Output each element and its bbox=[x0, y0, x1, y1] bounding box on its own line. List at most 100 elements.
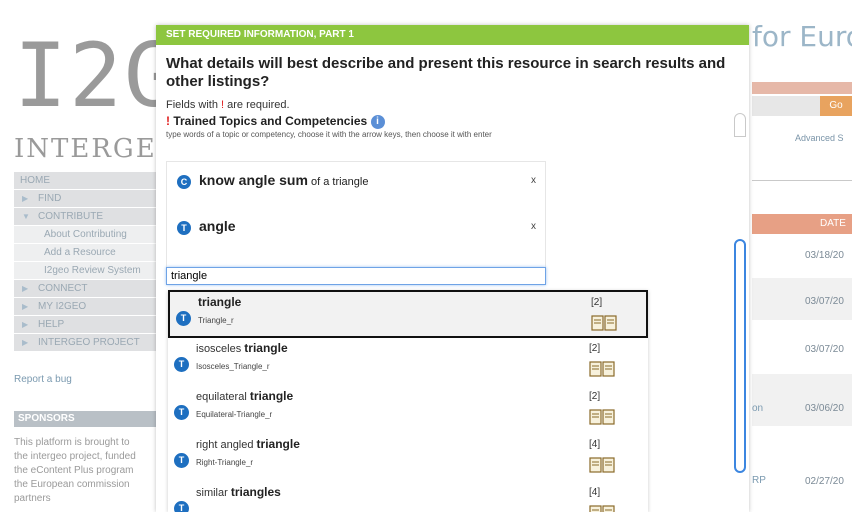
suggestion-prefix: right angled bbox=[196, 439, 257, 451]
nav-item-contribute[interactable]: ▼ CONTRIBUTE bbox=[14, 208, 164, 226]
suggestion-key: Isosceles_Triangle_r bbox=[196, 362, 270, 371]
sponsors-text: This platform is brought to the intergeo… bbox=[14, 436, 164, 506]
advanced-search-link[interactable]: Advanced S bbox=[795, 133, 844, 143]
book-icon[interactable] bbox=[589, 408, 615, 426]
suggestion-prefix: similar bbox=[196, 487, 231, 499]
chip-rest: of a triangle bbox=[307, 176, 369, 188]
suggestion-label: equilateral triangle bbox=[196, 389, 293, 403]
sponsor-line: This platform is brought to bbox=[14, 437, 130, 448]
suggestion-item[interactable]: T equilateral triangle Equilateral-Trian… bbox=[168, 386, 648, 434]
required-note-prefix: Fields with bbox=[166, 99, 222, 111]
nav-item-intergeo-project[interactable]: ▶ INTERGEO PROJECT bbox=[14, 334, 164, 352]
selected-topic-chip: C know angle sum of a triangle x bbox=[177, 172, 537, 194]
suggestion-match: triangles bbox=[230, 485, 281, 499]
sponsor-line: the eContent Plus program bbox=[14, 465, 134, 476]
sponsors-header: SPONSORS bbox=[14, 411, 164, 427]
suggestion-label: similar triangles bbox=[196, 485, 281, 499]
triangle-right-icon: ▶ bbox=[22, 338, 29, 347]
suggestion-key: Triangle_r bbox=[198, 316, 234, 325]
suggestion-key: Right-Triangle_r bbox=[196, 458, 254, 467]
nav-item-label: I2geo Review System bbox=[44, 265, 141, 276]
nav-item-label: CONTRIBUTE bbox=[38, 211, 103, 222]
remove-topic-button[interactable]: x bbox=[531, 221, 536, 232]
nav-item-home[interactable]: HOME bbox=[14, 172, 164, 190]
nav-item-label: INTERGEO PROJECT bbox=[38, 337, 140, 348]
competency-badge-icon: C bbox=[177, 175, 191, 189]
nav-item-label: MY I2GEO bbox=[38, 301, 87, 312]
chip-main: know angle sum bbox=[199, 172, 308, 188]
suggestion-item[interactable]: T isosceles triangle Isosceles_Triangle_… bbox=[168, 338, 648, 386]
nav-item-label: CONNECT bbox=[38, 283, 88, 294]
chip-text: angle bbox=[199, 218, 236, 234]
topic-badge-icon: T bbox=[174, 357, 189, 372]
nav-item-help[interactable]: ▶ HELP bbox=[14, 316, 164, 334]
date-column-header[interactable]: DATE bbox=[752, 214, 852, 234]
nav-subitem-review-system[interactable]: I2geo Review System bbox=[14, 262, 164, 280]
date-cell: 03/06/20 bbox=[805, 403, 844, 414]
topic-badge-icon: T bbox=[174, 501, 189, 512]
suggestion-dropdown: T triangle Triangle_r [2] T isosceles tr… bbox=[168, 290, 648, 512]
dialog-title: SET REQUIRED INFORMATION, PART 1 bbox=[156, 25, 749, 45]
suggestion-count: [2] bbox=[589, 391, 601, 402]
topic-badge-icon: T bbox=[174, 405, 189, 420]
scrollbar-top-cap bbox=[734, 113, 746, 137]
nav-item-label: HOME bbox=[20, 175, 50, 186]
triangle-right-icon: ▶ bbox=[22, 284, 29, 293]
info-icon[interactable]: i bbox=[370, 114, 385, 129]
dialog-scrollbar[interactable] bbox=[734, 113, 746, 473]
report-bug-link[interactable]: Report a bug bbox=[14, 374, 72, 385]
suggestion-item[interactable]: T similar triangles [4] bbox=[168, 482, 648, 512]
sponsor-line: the European commission bbox=[14, 479, 130, 490]
suggestion-prefix: isosceles bbox=[196, 343, 245, 355]
suggestion-match: triangle bbox=[256, 437, 300, 451]
date-cell: 03/07/20 bbox=[805, 344, 844, 355]
suggestion-count: [2] bbox=[589, 343, 601, 354]
nav-item-label: About Contributing bbox=[44, 229, 127, 240]
book-icon[interactable] bbox=[591, 314, 617, 332]
site-tagline: for Euro bbox=[752, 20, 852, 53]
suggestion-item[interactable]: T triangle Triangle_r [2] bbox=[168, 290, 648, 338]
nav-subitem-add-resource[interactable]: Add a Resource bbox=[14, 244, 164, 262]
remove-topic-button[interactable]: x bbox=[531, 175, 536, 186]
go-button[interactable]: Go bbox=[820, 96, 852, 116]
suggestion-label: triangle bbox=[198, 295, 241, 309]
field-label-text: Trained Topics and Competencies bbox=[173, 114, 368, 128]
nav-item-label: Add a Resource bbox=[44, 247, 116, 258]
nav-item-label: FIND bbox=[38, 193, 62, 204]
book-icon[interactable] bbox=[589, 456, 615, 474]
suggestion-key: Equilateral-Triangle_r bbox=[196, 410, 273, 419]
scrollbar-thumb[interactable] bbox=[734, 239, 746, 473]
dialog-question: What details will best describe and pres… bbox=[166, 55, 726, 90]
topic-badge-icon: T bbox=[177, 221, 191, 235]
suggestion-count: [4] bbox=[589, 487, 601, 498]
suggestion-count: [2] bbox=[591, 297, 603, 308]
nav-item-find[interactable]: ▶ FIND bbox=[14, 190, 164, 208]
top-bar bbox=[752, 82, 852, 94]
row-text-fragment: RP bbox=[752, 475, 766, 486]
topic-search-input[interactable] bbox=[166, 267, 546, 285]
topic-badge-icon: T bbox=[174, 453, 189, 468]
triangle-right-icon: ▶ bbox=[22, 194, 29, 203]
required-mark: ! bbox=[166, 114, 170, 128]
book-icon[interactable] bbox=[589, 360, 615, 378]
site-logo: I2G bbox=[14, 24, 179, 127]
suggestion-count: [4] bbox=[589, 439, 601, 450]
topic-badge-icon: T bbox=[176, 311, 191, 326]
sponsor-line: the intergeo project, funded bbox=[14, 451, 136, 462]
date-header-label: DATE bbox=[820, 218, 846, 229]
nav-item-label: HELP bbox=[38, 319, 65, 330]
chip-main: angle bbox=[199, 218, 236, 234]
field-hint: type words of a topic or competency, cho… bbox=[166, 130, 492, 139]
required-note-suffix: are required. bbox=[224, 99, 290, 111]
nav-item-my-i2geo[interactable]: ▶ MY I2GEO bbox=[14, 298, 164, 316]
suggestion-item[interactable]: T right angled triangle Right-Triangle_r… bbox=[168, 434, 648, 482]
book-icon[interactable] bbox=[589, 504, 615, 512]
sidebar-nav: HOME ▶ FIND ▼ CONTRIBUTE About Contributin… bbox=[14, 172, 164, 352]
suggestion-match: triangle bbox=[244, 341, 288, 355]
suggestion-match: triangle bbox=[198, 295, 242, 309]
required-info-dialog: SET REQUIRED INFORMATION, PART 1 What de… bbox=[156, 25, 749, 512]
nav-item-connect[interactable]: ▶ CONNECT bbox=[14, 280, 164, 298]
nav-subitem-about-contributing[interactable]: About Contributing bbox=[14, 226, 164, 244]
sponsor-line: partners bbox=[14, 493, 51, 504]
selected-topic-chip: T angle x bbox=[177, 218, 537, 240]
